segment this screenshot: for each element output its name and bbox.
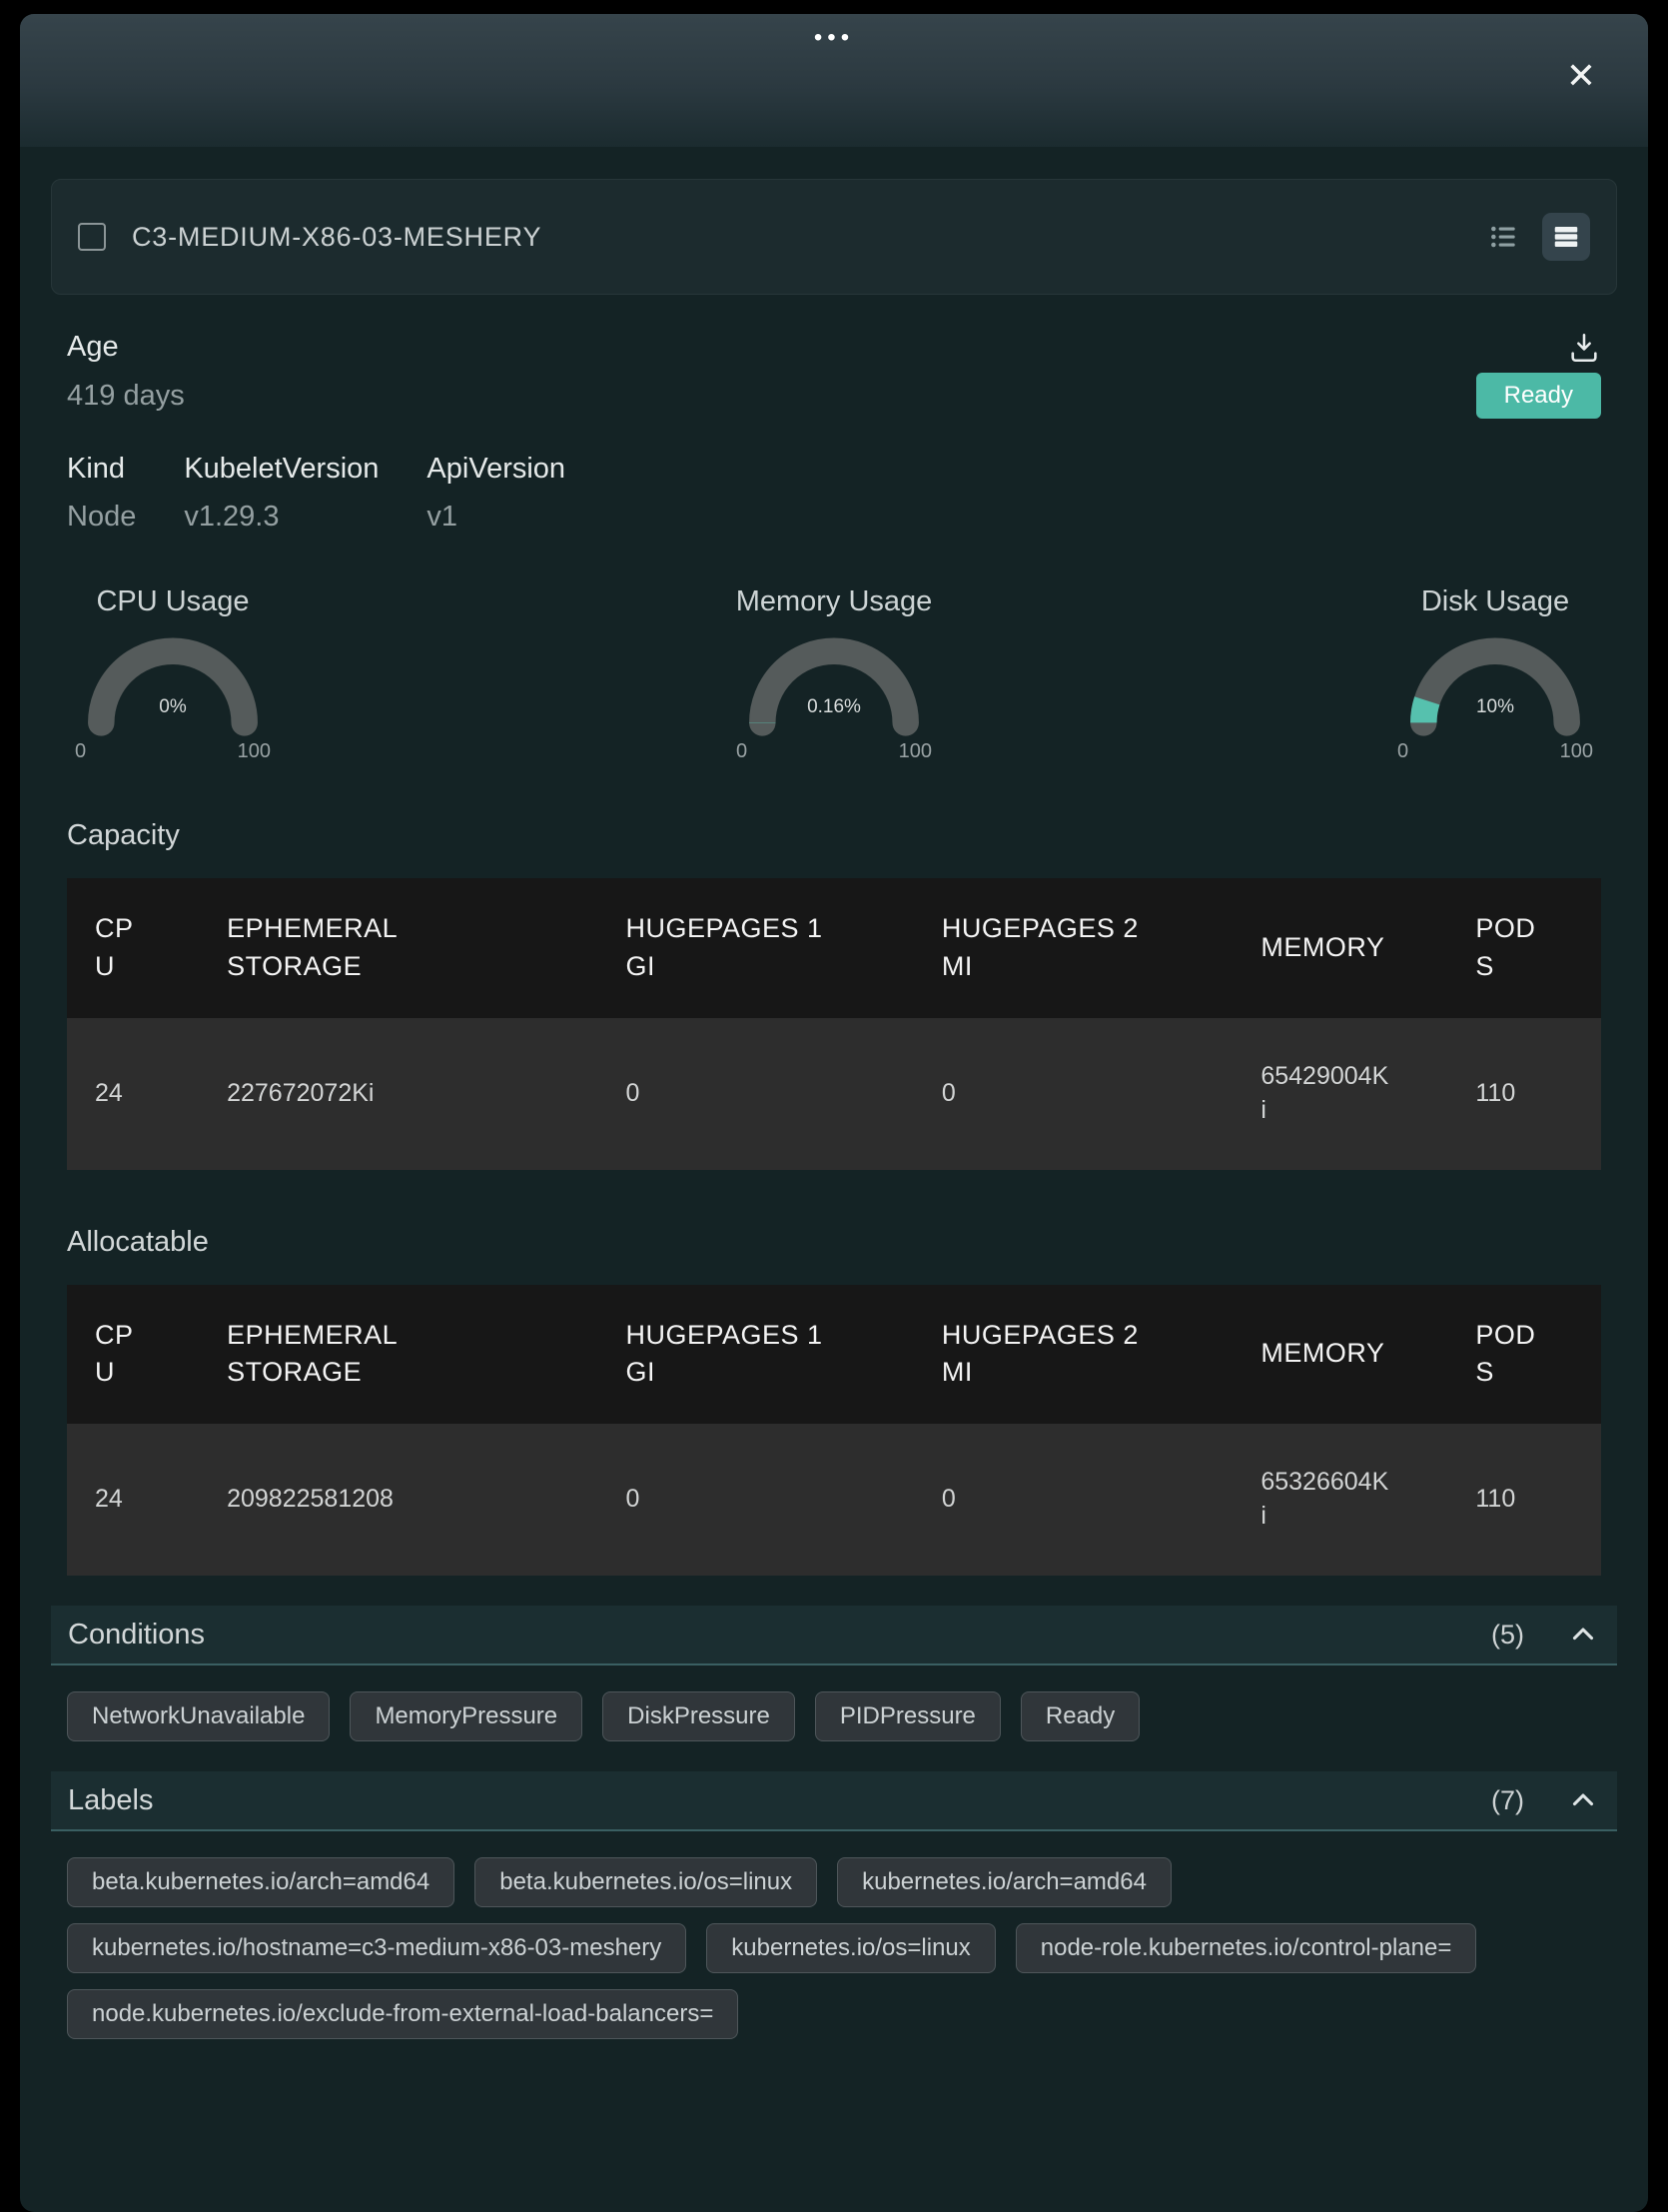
capacity-col-hugepages-1gi: HUGEPAGES 1 GI bbox=[625, 910, 840, 986]
allocatable-row: 24 209822581208 0 0 65326604Ki 110 bbox=[67, 1424, 1601, 1576]
capacity-row: 24 227672072Ki 0 0 65429004Ki 110 bbox=[67, 1018, 1601, 1170]
age-label: Age bbox=[67, 331, 119, 364]
allocatable-memory: 65326604Ki bbox=[1233, 1424, 1447, 1576]
allocatable-hugepages-2mi: 0 bbox=[914, 1424, 1233, 1576]
labels-chips: beta.kubernetes.io/arch=amd64 beta.kuber… bbox=[67, 1857, 1601, 2039]
capacity-cpu: 24 bbox=[67, 1018, 199, 1170]
allocatable-table: CPU EPHEMERAL STORAGE HUGEPAGES 1 GI HUG… bbox=[67, 1285, 1601, 1577]
capacity-header-row: CPU EPHEMERAL STORAGE HUGEPAGES 1 GI HUG… bbox=[67, 878, 1601, 1018]
label-chip: kubernetes.io/os=linux bbox=[706, 1923, 995, 1973]
cpu-usage-gauge: CPU Usage 0% 0 100 bbox=[67, 585, 279, 763]
label-chip: beta.kubernetes.io/os=linux bbox=[474, 1857, 817, 1907]
allocatable-col-hugepages-1gi: HUGEPAGES 1 GI bbox=[625, 1317, 840, 1393]
disk-gauge-arc bbox=[1401, 632, 1589, 738]
label-chip: beta.kubernetes.io/arch=amd64 bbox=[67, 1857, 454, 1907]
kind-label: Kind bbox=[67, 453, 136, 486]
capacity-hugepages-1gi: 0 bbox=[597, 1018, 913, 1170]
kubelet-version-value: v1.29.3 bbox=[184, 501, 379, 534]
memory-gauge-max: 100 bbox=[899, 740, 932, 763]
condition-chip: NetworkUnavailable bbox=[67, 1691, 330, 1741]
capacity-pods: 110 bbox=[1447, 1018, 1601, 1170]
capacity-ephemeral-storage: 227672072Ki bbox=[199, 1018, 597, 1170]
close-icon[interactable]: ✕ bbox=[1566, 58, 1596, 94]
api-version-value: v1 bbox=[426, 501, 565, 534]
capacity-table: CPU EPHEMERAL STORAGE HUGEPAGES 1 GI HUG… bbox=[67, 878, 1601, 1170]
list-view-icon[interactable] bbox=[1542, 213, 1590, 261]
allocatable-pods: 110 bbox=[1447, 1424, 1601, 1576]
capacity-col-cpu: CPU bbox=[95, 910, 140, 986]
api-version-label: ApiVersion bbox=[426, 453, 565, 486]
allocatable-col-ephemeral-storage: EPHEMERAL STORAGE bbox=[227, 1317, 417, 1393]
condition-chip: MemoryPressure bbox=[350, 1691, 582, 1741]
disk-usage-value: 10% bbox=[1401, 696, 1589, 718]
node-title: C3-MEDIUM-X86-03-MESHERY bbox=[132, 222, 1488, 253]
capacity-hugepages-2mi: 0 bbox=[914, 1018, 1233, 1170]
modal-header-bar: ••• ✕ bbox=[20, 14, 1648, 147]
kubelet-version-label: KubeletVersion bbox=[184, 453, 379, 486]
capacity-col-memory: MEMORY bbox=[1260, 929, 1384, 967]
label-chip: kubernetes.io/hostname=c3-medium-x86-03-… bbox=[67, 1923, 686, 1973]
allocatable-col-pods: PODS bbox=[1475, 1317, 1537, 1393]
cpu-gauge-max: 100 bbox=[238, 740, 271, 763]
condition-chip: DiskPressure bbox=[602, 1691, 795, 1741]
condition-chip: PIDPressure bbox=[815, 1691, 1001, 1741]
meta-section: Age 419 days Ready Kind Node KubeletVers… bbox=[67, 331, 1601, 534]
allocatable-title: Allocatable bbox=[67, 1226, 1601, 1259]
allocatable-cpu: 24 bbox=[67, 1424, 199, 1576]
memory-gauge-arc bbox=[740, 632, 928, 738]
capacity-memory: 65429004Ki bbox=[1233, 1018, 1447, 1170]
memory-usage-gauge: Memory Usage 0.16% 0 100 bbox=[728, 585, 940, 763]
download-icon[interactable] bbox=[1567, 331, 1601, 365]
kind-value: Node bbox=[67, 501, 136, 534]
modal-content: C3-MEDIUM-X86-03-MESHERY Age 419 days Re… bbox=[20, 179, 1648, 2099]
conditions-count: (5) bbox=[1491, 1620, 1524, 1651]
cpu-gauge-arc bbox=[79, 632, 267, 738]
label-chip: kubernetes.io/arch=amd64 bbox=[837, 1857, 1172, 1907]
conditions-collapse-chevron-up-icon[interactable] bbox=[1566, 1618, 1600, 1652]
status-badge: Ready bbox=[1476, 373, 1601, 419]
memory-gauge-min: 0 bbox=[736, 740, 747, 763]
node-card-header: C3-MEDIUM-X86-03-MESHERY bbox=[51, 179, 1617, 295]
disk-gauge-max: 100 bbox=[1560, 740, 1593, 763]
disk-usage-title: Disk Usage bbox=[1389, 585, 1601, 618]
cpu-gauge-min: 0 bbox=[75, 740, 86, 763]
disk-usage-gauge: Disk Usage 10% 0 100 bbox=[1389, 585, 1601, 763]
label-chip: node-role.kubernetes.io/control-plane= bbox=[1016, 1923, 1477, 1973]
labels-count: (7) bbox=[1491, 1785, 1524, 1816]
select-checkbox[interactable] bbox=[78, 223, 106, 251]
allocatable-ephemeral-storage: 209822581208 bbox=[199, 1424, 597, 1576]
label-chip: node.kubernetes.io/exclude-from-external… bbox=[67, 1989, 738, 2039]
conditions-chips: NetworkUnavailable MemoryPressure DiskPr… bbox=[67, 1691, 1601, 1741]
memory-usage-value: 0.16% bbox=[740, 696, 928, 718]
drag-handle-dots-icon[interactable]: ••• bbox=[20, 14, 1648, 52]
cpu-usage-title: CPU Usage bbox=[67, 585, 279, 618]
node-details-modal: ••• ✕ C3-MEDIUM-X86-03-MESHERY Age bbox=[20, 14, 1648, 2212]
labels-collapse-chevron-up-icon[interactable] bbox=[1566, 1783, 1600, 1817]
age-value: 419 days bbox=[67, 380, 185, 413]
memory-usage-title: Memory Usage bbox=[728, 585, 940, 618]
capacity-col-ephemeral-storage: EPHEMERAL STORAGE bbox=[227, 910, 417, 986]
kind-field: Kind Node bbox=[67, 453, 136, 534]
usage-gauges: CPU Usage 0% 0 100 Memory Usage bbox=[67, 585, 1601, 763]
disk-gauge-min: 0 bbox=[1397, 740, 1408, 763]
allocatable-col-hugepages-2mi: HUGEPAGES 2 MI bbox=[942, 1317, 1157, 1393]
allocatable-col-memory: MEMORY bbox=[1260, 1335, 1384, 1373]
cpu-usage-value: 0% bbox=[79, 696, 267, 718]
capacity-col-hugepages-2mi: HUGEPAGES 2 MI bbox=[942, 910, 1157, 986]
allocatable-header-row: CPU EPHEMERAL STORAGE HUGEPAGES 1 GI HUG… bbox=[67, 1285, 1601, 1425]
view-toggles bbox=[1488, 213, 1590, 261]
allocatable-hugepages-1gi: 0 bbox=[597, 1424, 913, 1576]
labels-section-header[interactable]: Labels (7) bbox=[51, 1771, 1617, 1831]
kubelet-version-field: KubeletVersion v1.29.3 bbox=[184, 453, 379, 534]
conditions-section-header[interactable]: Conditions (5) bbox=[51, 1606, 1617, 1665]
labels-title: Labels bbox=[68, 1784, 1491, 1817]
kind-version-row: Kind Node KubeletVersion v1.29.3 ApiVers… bbox=[67, 453, 1601, 534]
allocatable-col-cpu: CPU bbox=[95, 1317, 140, 1393]
capacity-title: Capacity bbox=[67, 819, 1601, 852]
details-view-icon[interactable] bbox=[1488, 221, 1520, 253]
conditions-title: Conditions bbox=[68, 1619, 1491, 1652]
condition-chip: Ready bbox=[1021, 1691, 1140, 1741]
capacity-col-pods: PODS bbox=[1475, 910, 1537, 986]
api-version-field: ApiVersion v1 bbox=[426, 453, 565, 534]
